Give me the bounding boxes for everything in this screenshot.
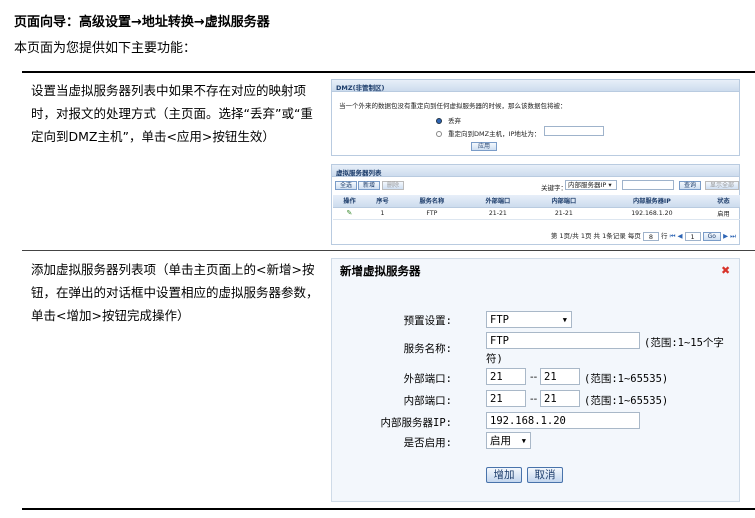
last-page-icon[interactable]: ⏭ — [730, 232, 736, 240]
next-page-icon[interactable]: ▶ — [723, 232, 728, 240]
row-ip: 192.168.1.20 — [596, 207, 707, 220]
vs-list-panel: 虚拟服务器列表 全选 新增 删除 关键字： 内部服务器IP ▾ 查询 显示全部 … — [331, 164, 740, 245]
vs-list-title: 虚拟服务器列表 — [332, 165, 739, 177]
row-action: ✎ — [333, 207, 366, 220]
radio-drop-label: 丢弃 — [448, 117, 461, 125]
keyword-input[interactable] — [622, 180, 674, 190]
apply-button[interactable]: 应用 — [471, 142, 497, 151]
row-divider — [22, 250, 755, 251]
col-index: 序号 — [365, 195, 399, 208]
col-service: 服务名称 — [398, 195, 465, 208]
col-int-port: 内部端口 — [530, 195, 597, 208]
dmz-panel: DMZ(非管制区) 当一个外来的数据包没有重定向到任何虚拟服务器的时候，那么该数… — [331, 79, 740, 156]
ext-port-separator: -- — [530, 372, 538, 383]
dialog-title: 新增虚拟服务器 — [340, 264, 421, 278]
row-status: 启用 — [706, 207, 740, 220]
per-page-input[interactable]: 8 — [642, 231, 659, 241]
service-name-hint-1: (范围:1~15个字 — [644, 337, 724, 349]
radio-redirect[interactable]: 重定向到DMZ主机，IP地址为： — [436, 128, 540, 138]
enable-select[interactable]: 启用 ▼ — [486, 432, 531, 449]
page-heading: 页面向导：高级设置→地址转换→虚拟服务器 — [14, 15, 270, 30]
int-port-to-input[interactable]: 21 — [540, 390, 580, 407]
int-port-from-input[interactable]: 21 — [486, 390, 526, 407]
ext-port-label: 外部端口: — [403, 373, 452, 385]
preset-select-value: FTP — [490, 314, 509, 326]
col-action: 操作 — [333, 195, 366, 208]
keyword-label: 关键字： — [541, 184, 567, 192]
chevron-down-icon: ▼ — [562, 316, 567, 324]
search-button[interactable]: 查询 — [679, 181, 702, 190]
enable-label: 是否启用: — [403, 437, 452, 449]
pager: 第 1页/共 1页 共 1条记录 每页 8 行 ⏮ ◀ 1 Go ▶ ⏭ — [551, 230, 736, 241]
radio-redirect-dot[interactable] — [436, 131, 442, 137]
keyword-select[interactable]: 内部服务器IP ▾ — [565, 180, 617, 190]
chevron-down-icon: ▼ — [521, 437, 526, 445]
close-icon[interactable]: ✖ — [721, 264, 730, 277]
col-status: 状态 — [706, 195, 740, 208]
row-index: 1 — [365, 207, 399, 220]
col-ip: 内部服务器IP — [596, 195, 707, 208]
col-ext-port: 外部端口 — [464, 195, 531, 208]
dmz-panel-title: DMZ(非管制区) — [332, 80, 739, 92]
enable-select-value: 启用 — [490, 435, 511, 447]
row-2-description: 添加虚拟服务器列表项（单击主页面上的<新增>按钮，在弹出的对话框中设置相应的虚拟… — [31, 262, 319, 323]
select-all-button[interactable]: 全选 — [335, 181, 358, 190]
prev-page-icon[interactable]: ◀ — [678, 232, 683, 240]
vs-table: 操作 序号 服务名称 外部端口 内部端口 内部服务器IP 状态 ✎ 1 FTP — [333, 195, 740, 220]
cancel-button[interactable]: 取消 — [527, 467, 563, 483]
server-ip-label: 内部服务器IP: — [380, 417, 452, 429]
ext-port-to-input[interactable]: 21 — [540, 368, 580, 385]
add-dialog-screenshot: 新增虚拟服务器 ✖ 预置设置: FTP ▼ 服务名称: FTP (范围:1~15个… — [331, 258, 740, 502]
ext-port-from-input[interactable]: 21 — [486, 368, 526, 385]
vs-list-toolbar: 全选 新增 删除 关键字： 内部服务器IP ▾ 查询 显示全部 — [333, 180, 740, 192]
server-ip-input[interactable]: 192.168.1.20 — [486, 412, 640, 429]
add-button[interactable]: 增加 — [486, 467, 522, 483]
pager-rows-text: 行 — [660, 232, 668, 240]
preset-select[interactable]: FTP ▼ — [486, 311, 572, 328]
radio-redirect-label: 重定向到DMZ主机，IP地址为： — [448, 130, 541, 138]
edit-icon[interactable]: ✎ — [347, 209, 353, 217]
service-name-hint-2: 符) — [486, 353, 503, 365]
table-row: ✎ 1 FTP 21-21 21-21 192.168.1.20 启用 — [333, 207, 740, 220]
table-top-border — [22, 71, 755, 73]
int-port-separator: -- — [530, 394, 538, 405]
preset-label: 预置设置: — [403, 315, 452, 327]
row-service: FTP — [398, 207, 465, 220]
table-bottom-border — [22, 508, 755, 510]
ext-port-hint: (范围:1~65535) — [584, 373, 669, 385]
show-all-button[interactable]: 显示全部 — [705, 181, 740, 190]
dmz-question: 当一个外来的数据包没有重定向到任何虚拟服务器的时候，那么该数据包将被： — [339, 102, 567, 110]
guide-page: 页面向导：高级设置→地址转换→虚拟服务器 本页面为您提供如下主要功能： 设置当虚… — [0, 0, 755, 518]
row-1-description: 设置当虚拟服务器列表中如果不存在对应的映射项时，对报文的处理方式（主页面。选择“… — [31, 83, 313, 144]
service-name-input[interactable]: FTP — [486, 332, 640, 349]
pager-text: 第 1页/共 1页 共 1条记录 每页 — [550, 232, 641, 240]
page-input[interactable]: 1 — [684, 231, 701, 241]
vs-table-header: 操作 序号 服务名称 外部端口 内部端口 内部服务器IP 状态 — [333, 195, 740, 208]
service-name-label: 服务名称: — [403, 343, 452, 355]
int-port-label: 内部端口: — [403, 395, 452, 407]
row-ext-port: 21-21 — [464, 207, 531, 220]
go-button[interactable]: Go — [702, 232, 721, 241]
int-port-hint: (范围:1~65535) — [584, 395, 669, 407]
page-intro: 本页面为您提供如下主要功能： — [14, 41, 197, 56]
first-page-icon[interactable]: ⏮ — [670, 232, 676, 240]
keyword-select-value: 内部服务器IP — [568, 181, 607, 189]
radio-drop[interactable]: 丢弃 — [436, 115, 461, 125]
chevron-down-icon: ▾ — [608, 181, 612, 189]
delete-button[interactable]: 删除 — [382, 181, 405, 190]
new-button[interactable]: 新增 — [358, 181, 381, 190]
row-int-port: 21-21 — [530, 207, 597, 220]
main-page-screenshot: DMZ(非管制区) 当一个外来的数据包没有重定向到任何虚拟服务器的时候，那么该数… — [331, 79, 740, 245]
radio-drop-dot[interactable] — [436, 118, 442, 124]
dmz-ip-input[interactable] — [544, 126, 604, 136]
